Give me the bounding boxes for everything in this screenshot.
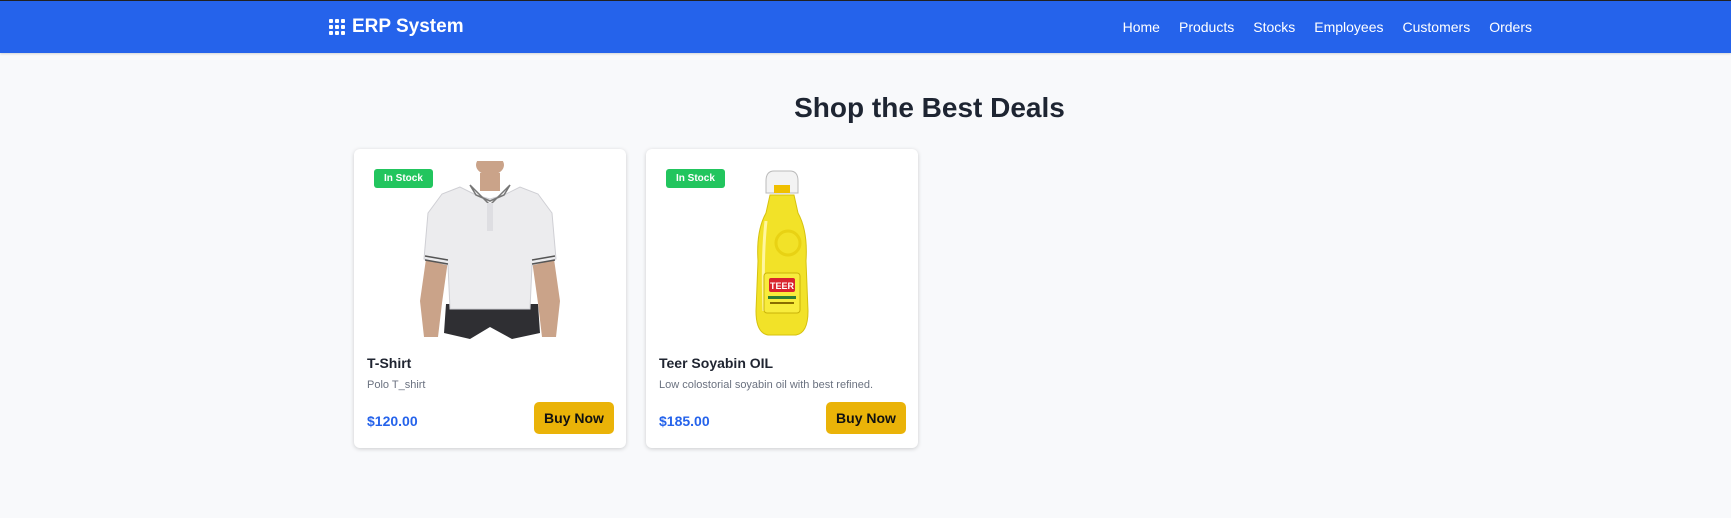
buy-now-button[interactable]: Buy Now	[826, 402, 906, 434]
oil-bottle-image[interactable]: TEER	[646, 161, 918, 341]
product-card: TEER In Stock Teer Soyabin OIL Low colos…	[646, 149, 918, 448]
product-price: $185.00	[659, 413, 710, 429]
brand[interactable]: ERP System	[329, 1, 464, 53]
svg-text:TEER: TEER	[770, 281, 795, 291]
buy-now-button[interactable]: Buy Now	[534, 402, 614, 434]
product-description: Low colostorial soyabin oil with best re…	[659, 379, 874, 391]
product-name: T-Shirt	[367, 355, 412, 371]
product-list: In Stock T-Shirt Polo T_shirt $120.00 Bu…	[354, 149, 918, 448]
product-card: In Stock T-Shirt Polo T_shirt $120.00 Bu…	[354, 149, 626, 448]
nav-link-home[interactable]: Home	[1123, 19, 1160, 35]
top-navbar: ERP System Home Products Stocks Employee…	[0, 1, 1731, 53]
nav-links: Home Products Stocks Employees Customers…	[1123, 1, 1532, 53]
page-title: Shop the Best Deals	[794, 92, 1065, 123]
product-name: Teer Soyabin OIL	[659, 355, 774, 371]
nav-link-stocks[interactable]: Stocks	[1253, 19, 1295, 35]
grid-icon	[329, 19, 345, 35]
brand-label: ERP System	[352, 16, 464, 37]
polo-tshirt-image[interactable]	[354, 161, 626, 341]
product-price: $120.00	[367, 413, 418, 429]
nav-link-products[interactable]: Products	[1179, 19, 1234, 35]
in-stock-badge: In Stock	[666, 169, 725, 188]
in-stock-badge: In Stock	[374, 169, 433, 188]
nav-link-customers[interactable]: Customers	[1403, 19, 1471, 35]
nav-link-orders[interactable]: Orders	[1489, 19, 1532, 35]
nav-link-employees[interactable]: Employees	[1314, 19, 1383, 35]
product-description: Polo T_shirt	[367, 379, 426, 391]
